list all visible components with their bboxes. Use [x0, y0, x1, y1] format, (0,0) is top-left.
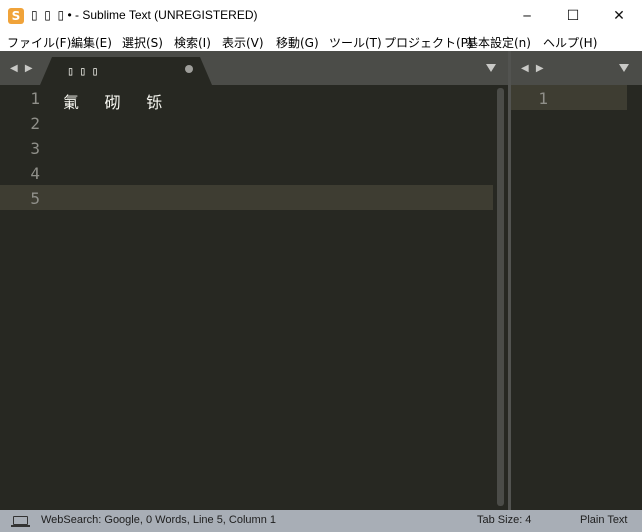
menu-edit[interactable]: 編集(E) [71, 34, 112, 51]
line-number: 3 [30, 139, 40, 158]
status-bar: WebSearch: Google, 0 Words, Line 5, Colu… [0, 510, 642, 532]
menu-file[interactable]: ファイル(F) [7, 34, 71, 51]
menu-goto[interactable]: 移動(G) [276, 34, 319, 51]
minimize-button[interactable]: ─ [504, 0, 550, 31]
tab-nav-arrows-left-pane[interactable]: ◀ ▶ [10, 63, 35, 74]
maximize-icon: ☐ [566, 7, 580, 24]
maximize-button[interactable]: ☐ [550, 0, 596, 31]
syntax-indicator[interactable]: Plain Text [580, 514, 628, 526]
sublime-app-icon: S [8, 8, 24, 24]
tab-active[interactable]: ▯▯▯ [40, 57, 212, 85]
menu-help[interactable]: ヘルプ(H) [543, 34, 597, 51]
line-number: 1 [538, 89, 548, 108]
menu-selection[interactable]: 選択(S) [122, 34, 163, 51]
tab-size-indicator[interactable]: Tab Size: 4 [477, 514, 531, 526]
tab-title: ▯▯▯ [67, 64, 104, 78]
code-line-1[interactable]: 氭 砌 铄 [63, 89, 170, 113]
close-icon: ✕ [613, 7, 625, 24]
menu-project[interactable]: プロジェクト(P) [384, 34, 473, 51]
editor-pane-right[interactable]: 1 [511, 85, 642, 510]
tab-bar: ◀ ▶ ▯▯▯ ◀ ▶ [0, 51, 642, 85]
menu-bar: ファイル(F) 編集(E) 選択(S) 検索(I) 表示(V) 移動(G) ツー… [0, 31, 642, 51]
tab-nav-arrows-right-pane[interactable]: ◀ ▶ [521, 63, 546, 74]
minimize-icon: ─ [523, 8, 531, 23]
menu-find[interactable]: 検索(I) [174, 34, 211, 51]
menu-preferences[interactable]: 基本設定(n) [466, 34, 531, 51]
line-number: 5 [30, 189, 40, 208]
menu-view[interactable]: 表示(V) [222, 34, 264, 51]
window-title: ▯ ▯ ▯ • - Sublime Text (UNREGISTERED) [31, 8, 258, 22]
modified-dot-icon[interactable] [185, 65, 193, 73]
line-number: 2 [30, 114, 40, 133]
current-line-highlight [0, 185, 493, 210]
line-number: 1 [30, 89, 40, 108]
editor-pane-left[interactable]: 1 2 3 4 5 氭 砌 铄 [0, 85, 508, 510]
panel-toggle-icon[interactable] [11, 516, 30, 527]
title-bar: S ▯ ▯ ▯ • - Sublime Text (UNREGISTERED) … [0, 0, 642, 31]
status-info: WebSearch: Google, 0 Words, Line 5, Colu… [41, 514, 276, 526]
tab-dropdown-icon[interactable] [486, 64, 496, 72]
vertical-scrollbar[interactable] [497, 88, 504, 506]
line-number: 4 [30, 164, 40, 183]
tab-dropdown-icon-right-pane[interactable] [619, 64, 629, 72]
close-button[interactable]: ✕ [596, 0, 642, 31]
menu-tools[interactable]: ツール(T) [329, 34, 382, 51]
